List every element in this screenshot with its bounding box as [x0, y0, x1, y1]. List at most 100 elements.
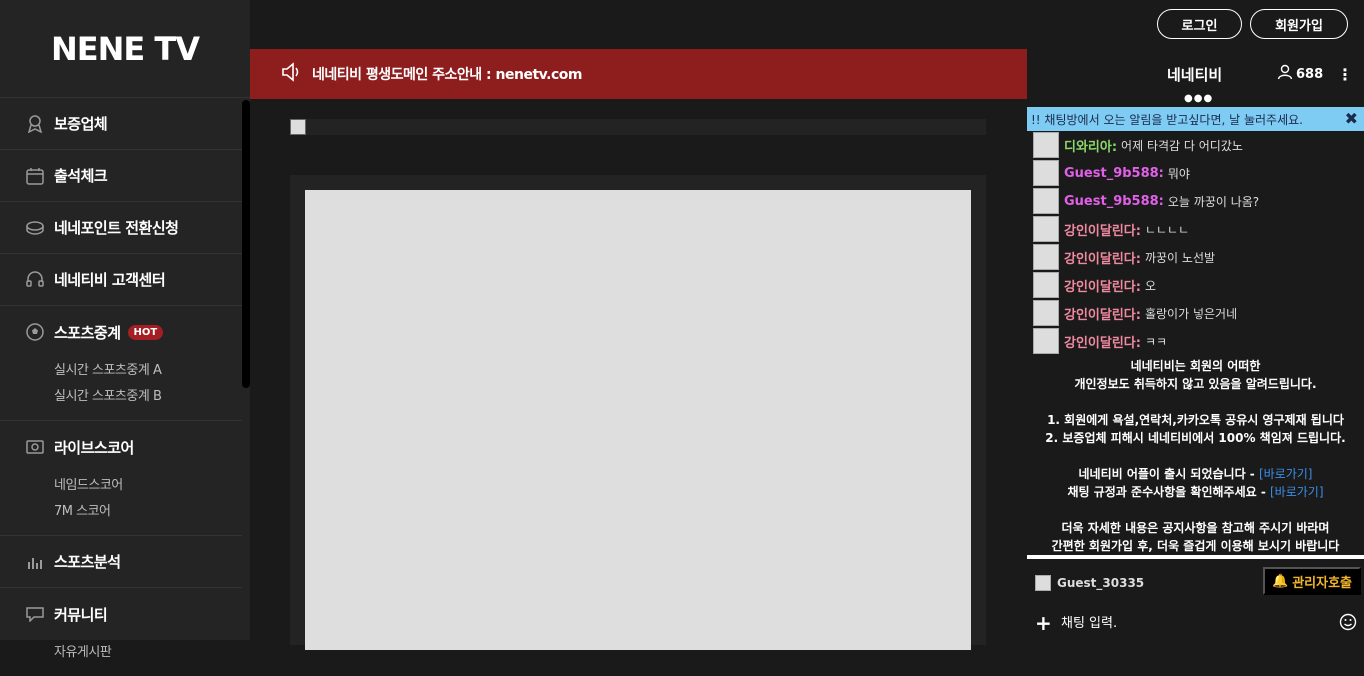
chat-nick[interactable]: Guest_9b588: — [1064, 166, 1164, 181]
sidebar-item-point-exchange[interactable]: 네네포인트 전환신청 — [0, 202, 242, 254]
coin-icon — [26, 219, 44, 237]
more-options-icon[interactable]: ⋮ — [1337, 65, 1353, 84]
chat-text: 오늘 까꿍이 나옴? — [1167, 194, 1260, 209]
speaker-icon — [280, 61, 302, 87]
sidebar-item-label: 보증업체 — [54, 115, 108, 133]
chat-input-row: + — [1027, 605, 1364, 640]
chat-text: 뭐야 — [1167, 166, 1190, 181]
avatar — [1033, 244, 1059, 270]
avatar — [1035, 575, 1051, 591]
signup-button[interactable]: 회원가입 — [1250, 9, 1348, 39]
avatar — [1033, 300, 1059, 326]
rules-text: 채팅 규정과 준수사항을 확인해주세요 - — [1067, 485, 1270, 499]
sidebar-item-attendance[interactable]: 출석체크 — [0, 150, 242, 202]
viewer-count: 688 — [1277, 64, 1323, 84]
chat-title: 네네티비 — [1167, 65, 1223, 84]
bar-chart-icon — [26, 553, 44, 571]
chat-text: 오 — [1144, 278, 1157, 293]
chat-nick[interactable]: 디와리아: — [1064, 136, 1117, 155]
banner-strip[interactable] — [290, 119, 986, 135]
sidebar-item-label: 스포츠분석 — [54, 553, 121, 571]
broken-image-icon — [290, 119, 306, 135]
chat-bubble-icon — [26, 605, 44, 623]
chat-message: 강인이달린다: 오 — [1027, 271, 1364, 299]
video-player[interactable] — [305, 190, 971, 650]
sidebar-scrollbar[interactable] — [242, 100, 250, 388]
notice-banner[interactable]: 네네티비 평생도메인 주소안내 : nenetv.com — [250, 49, 1027, 99]
chat-messages: 디와리아: 어제 타격감 다 어디갔노 Guest_9b588: 뭐야 Guest_… — [1027, 131, 1364, 355]
chat-nick[interactable]: 강인이달린다: — [1064, 332, 1141, 351]
sidebar-group-livescore: 라이브스코어 네임드스코어 7M 스코어 — [0, 421, 242, 536]
sidebar-item-label: 커뮤니티 — [54, 605, 108, 624]
chat-message: 강인이달린다: 홀랑이가 넣은거네 — [1027, 299, 1364, 327]
sidebar-item-label: 출석체크 — [54, 167, 108, 185]
call-admin-button[interactable]: 🔔 관리자호출 — [1263, 567, 1361, 595]
avatar — [1033, 272, 1059, 298]
sidebar-item-label: 스포츠중계 — [54, 323, 121, 342]
rules-text: 네네티비 어플이 출시 되었습니다 - — [1078, 467, 1259, 481]
hot-badge: HOT — [127, 324, 164, 340]
chat-nick[interactable]: 강인이달린다: — [1064, 220, 1141, 239]
sidebar-item-sports-broadcast[interactable]: 스포츠중계 HOT — [0, 306, 242, 358]
sidebar-item-sports-analysis[interactable]: 스포츠분석 — [0, 536, 242, 588]
notification-alert[interactable]: !! 채팅방에서 오는 알림을 받고싶다면, 날 눌러주세요. ✖ — [1027, 107, 1364, 131]
sidebar-item-label: 네네포인트 전환신청 — [54, 219, 179, 237]
chat-message: Guest_9b588: 오늘 까꿍이 나옴? — [1027, 187, 1364, 215]
chat-nick[interactable]: 강인이달린다: — [1064, 276, 1141, 295]
chat-panel: 네네티비 688 ⋮ ●●● !! 채팅방에서 오는 알림을 받고싶다면, 날 … — [1027, 49, 1364, 640]
sidebar-item-livescore[interactable]: 라이브스코어 — [0, 421, 242, 473]
chat-nick[interactable]: 강인이달린다: — [1064, 304, 1141, 323]
avatar — [1033, 328, 1059, 354]
sidebar-item-label: 네네티비 고객센터 — [54, 271, 166, 289]
chat-input[interactable] — [1061, 611, 1331, 635]
sidebar-subitem-7m-score[interactable]: 7M 스코어 — [0, 499, 242, 525]
sidebar-group-sports-broadcast: 스포츠중계 HOT 실시간 스포츠중계 A 실시간 스포츠중계 B — [0, 306, 242, 421]
plus-icon[interactable]: + — [1035, 611, 1052, 635]
sidebar-subitem-free-board[interactable]: 자유게시판 — [0, 640, 242, 666]
rules-line: 개인정보도 취득하지 않고 있음을 알려드립니다. — [1074, 377, 1317, 391]
avatar — [1033, 160, 1059, 186]
current-user: Guest_30335 — [1035, 575, 1144, 591]
current-user-name: Guest_30335 — [1057, 576, 1145, 590]
notice-text: 네네티비 평생도메인 주소안내 : nenetv.com — [312, 67, 582, 83]
chat-drag-handle-icon[interactable]: ●●● — [1184, 93, 1213, 104]
sidebar-item-support[interactable]: 네네티비 고객센터 — [0, 254, 242, 306]
chat-nick[interactable]: Guest_9b588: — [1064, 194, 1164, 209]
logo[interactable]: NENE TV — [0, 0, 250, 98]
rules-line: 채팅 규정과 준수사항을 확인해주세요 - [바로가기] — [1027, 483, 1364, 501]
scoreboard-icon — [26, 438, 44, 456]
soccer-ball-icon — [26, 323, 44, 341]
rules-line: 간편한 회원가입 후, 더욱 즐겁게 이용해 보시기 바랍니다 — [1051, 539, 1340, 553]
chat-text: ㅋㅋ — [1144, 334, 1168, 349]
top-bar: 로그인 회원가입 — [250, 0, 1364, 49]
sidebar-subitem-live-a[interactable]: 실시간 스포츠중계 A — [0, 358, 242, 384]
rules-shortcut-link[interactable]: [바로가기] — [1270, 485, 1324, 499]
rules-line: 더욱 자세한 내용은 공지사항을 참고해 주시기 바라며 — [1061, 521, 1330, 535]
app-shortcut-link[interactable]: [바로가기] — [1259, 467, 1313, 481]
sidebar-subitem-named-score[interactable]: 네임드스코어 — [0, 473, 242, 499]
call-admin-label: 관리자호출 — [1292, 574, 1352, 590]
main-content — [250, 99, 1027, 650]
sidebar-subitem-live-b[interactable]: 실시간 스포츠중계 B — [0, 384, 242, 410]
sidebar-item-guarantee[interactable]: 보증업체 — [0, 98, 242, 150]
chat-divider — [1027, 555, 1364, 559]
sidebar-item-community[interactable]: 커뮤니티 — [0, 588, 242, 640]
login-button[interactable]: 로그인 — [1157, 9, 1242, 39]
chat-rules-notice: 네네티비는 회원의 어떠한 개인정보도 취득하지 않고 있음을 알려드립니다. … — [1027, 357, 1364, 555]
bell-icon: 🔔 — [1272, 573, 1289, 588]
chat-header: 네네티비 688 ⋮ ●●● — [1027, 49, 1364, 105]
rules-line: 2. 보증업체 피해시 네네티비에서 100% 책임져 드립니다. — [1045, 431, 1346, 445]
close-icon[interactable]: ✖ — [1345, 109, 1358, 128]
chat-text: 홀랑이가 넣은거네 — [1144, 306, 1238, 321]
chat-text: 까꿍이 노선발 — [1144, 250, 1216, 265]
chat-message: 강인이달린다: 까꿍이 노선발 — [1027, 243, 1364, 271]
logo-text: NENE TV — [50, 29, 200, 68]
chat-message: Guest_9b588: 뭐야 — [1027, 159, 1364, 187]
user-icon — [1277, 64, 1296, 84]
sidebar-item-label: 라이브스코어 — [54, 438, 134, 457]
chat-nick[interactable]: 강인이달린다: — [1064, 248, 1141, 267]
chat-message: 강인이달린다: ㅋㅋ — [1027, 327, 1364, 355]
chat-message: 강인이달린다: ㄴㄴㄴㄴ — [1027, 215, 1364, 243]
emoji-icon[interactable] — [1339, 613, 1357, 635]
calendar-icon — [26, 167, 44, 185]
